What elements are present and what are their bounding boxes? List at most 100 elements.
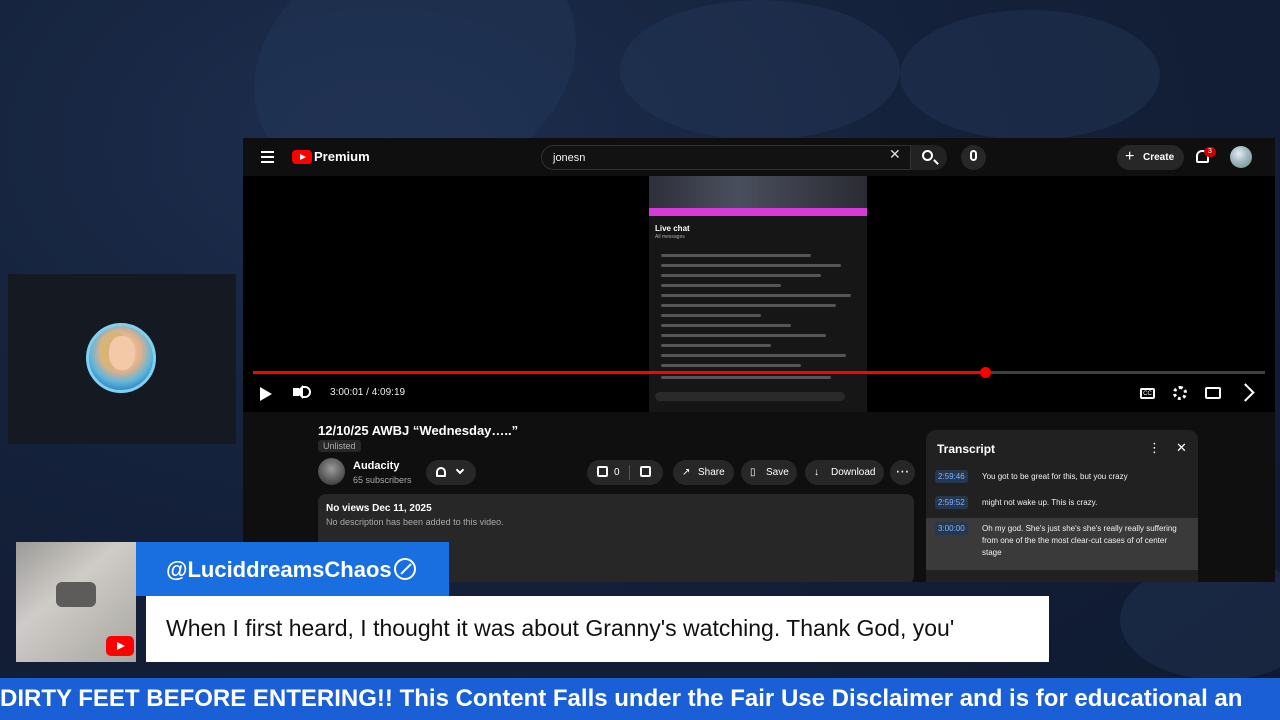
bookmark-icon: ▯ bbox=[750, 467, 756, 478]
frame-banner-image bbox=[649, 176, 867, 208]
frame-chat-line bbox=[661, 376, 831, 379]
description-text: No description has been added to this vi… bbox=[326, 517, 504, 527]
divider bbox=[629, 465, 630, 480]
share-icon: ↗ bbox=[682, 467, 691, 478]
create-button[interactable]: + Create bbox=[1117, 145, 1184, 170]
more-actions-button[interactable]: ⋯ bbox=[890, 460, 915, 485]
search-input[interactable]: jonesn bbox=[541, 145, 911, 170]
miniplayer-icon[interactable] bbox=[1205, 387, 1221, 399]
segment-timestamp: 3:00:00 bbox=[935, 522, 968, 535]
avatar-face bbox=[109, 336, 135, 370]
chat-username-banner: @LuciddreamsChaos bbox=[136, 542, 449, 596]
brand-label[interactable]: Premium bbox=[314, 149, 370, 164]
transcript-segment[interactable]: 2:59:46 You got to be great for this, bu… bbox=[926, 466, 1198, 490]
unlisted-badge: Unlisted bbox=[318, 440, 361, 452]
video-frame-screenshot: Live chat All messages bbox=[649, 176, 867, 412]
volume-icon[interactable] bbox=[293, 385, 303, 399]
segment-text: Oh my god. She's just she's she's really… bbox=[982, 524, 1177, 557]
progress-bar[interactable] bbox=[253, 367, 1265, 378]
chat-message-text: When I first heard, I thought it was abo… bbox=[166, 615, 955, 641]
like-count: 0 bbox=[614, 467, 620, 478]
chevron-down-icon bbox=[455, 465, 465, 475]
chat-username: @LuciddreamsChaos bbox=[166, 557, 392, 582]
subscriber-count: 65 subscribers bbox=[353, 475, 412, 485]
no-entry-icon bbox=[394, 558, 416, 580]
frame-chat-line bbox=[661, 294, 851, 297]
frame-chat-line bbox=[661, 364, 801, 367]
frame-chat-line bbox=[661, 344, 771, 347]
close-icon[interactable]: ✕ bbox=[1176, 441, 1187, 454]
youtube-window: Premium jonesn ✕ + Create 3 Live chat Al… bbox=[243, 138, 1275, 582]
transcript-title: Transcript bbox=[937, 442, 996, 456]
views-date: No views Dec 11, 2025 bbox=[326, 503, 432, 514]
clear-search-icon[interactable]: ✕ bbox=[889, 147, 901, 161]
notification-settings-button[interactable] bbox=[426, 460, 476, 485]
frame-chat-line bbox=[661, 354, 846, 357]
frame-chat-line bbox=[661, 274, 821, 277]
frame-chat-line bbox=[661, 314, 761, 317]
thumbs-up-icon[interactable] bbox=[597, 466, 608, 477]
download-label: Download bbox=[831, 467, 876, 478]
fullscreen-icon[interactable] bbox=[1236, 383, 1255, 402]
frame-chat-line bbox=[661, 254, 811, 257]
ticker-bar: DIRTY FEET BEFORE ENTERING!! This Conten… bbox=[0, 678, 1280, 720]
ticker-text: DIRTY FEET BEFORE ENTERING!! This Conten… bbox=[0, 685, 1243, 712]
segment-timestamp: 2:59:52 bbox=[935, 496, 968, 509]
plus-icon: + bbox=[1125, 148, 1135, 165]
frame-chat-line bbox=[661, 304, 836, 307]
frame-chat-line bbox=[661, 284, 781, 287]
segment-text: might not wake up. This is crazy. bbox=[982, 498, 1098, 507]
frame-chat-subtitle: All messages bbox=[655, 234, 685, 240]
bell-icon bbox=[436, 467, 446, 477]
search-input-value: jonesn bbox=[553, 152, 586, 164]
channel-avatar[interactable] bbox=[318, 458, 345, 485]
segment-timestamp: 2:59:46 bbox=[935, 470, 968, 483]
overlay-thumbnail bbox=[16, 542, 136, 662]
frame-chat-line bbox=[661, 324, 791, 327]
voice-search-button[interactable] bbox=[961, 145, 986, 170]
share-button[interactable]: ↗ Share bbox=[673, 460, 734, 485]
search-button[interactable] bbox=[911, 145, 947, 170]
microphone-icon bbox=[970, 150, 977, 161]
play-icon[interactable] bbox=[260, 387, 272, 401]
frame-chat-line bbox=[661, 334, 826, 337]
frame-chat-input bbox=[655, 392, 845, 401]
create-label: Create bbox=[1143, 152, 1175, 163]
youtube-logo-icon bbox=[106, 636, 134, 656]
streamer-avatar-logo bbox=[86, 323, 156, 393]
progress-fill bbox=[253, 371, 985, 374]
frame-chat-line bbox=[661, 264, 841, 267]
profile-avatar[interactable] bbox=[1230, 146, 1252, 168]
volume-waves-icon bbox=[303, 386, 311, 398]
progress-scrubber[interactable] bbox=[979, 367, 991, 378]
frame-pink-strip bbox=[649, 208, 867, 216]
time-display: 3:00:01 / 4:09:19 bbox=[330, 387, 406, 398]
settings-gear-icon[interactable] bbox=[1173, 386, 1187, 400]
youtube-logo-icon[interactable] bbox=[292, 150, 312, 164]
video-player[interactable]: Live chat All messages 3:00:01 / 4:09:19… bbox=[243, 176, 1275, 412]
search-icon bbox=[922, 150, 933, 161]
background-shape bbox=[900, 10, 1160, 140]
chat-message-box: When I first heard, I thought it was abo… bbox=[146, 596, 1049, 662]
thumbnail-object bbox=[56, 582, 96, 607]
save-label: Save bbox=[766, 467, 789, 478]
background-shape bbox=[620, 0, 900, 140]
hamburger-menu-icon[interactable] bbox=[261, 151, 274, 163]
transcript-segment-active[interactable]: 3:00:00 Oh my god. She's just she's she'… bbox=[926, 518, 1198, 570]
save-button[interactable]: ▯ Save bbox=[741, 460, 797, 485]
transcript-panel: Transcript ⋮ ✕ 2:59:46 You got to be gre… bbox=[926, 430, 1198, 582]
like-dislike-group: 0 bbox=[587, 460, 663, 485]
download-icon: ↓ bbox=[814, 467, 819, 478]
notification-badge: 3 bbox=[1204, 147, 1216, 157]
thumbs-down-icon[interactable] bbox=[640, 466, 651, 477]
more-vert-icon[interactable]: ⋮ bbox=[1148, 441, 1161, 454]
video-title: 12/10/25 AWBJ “Wednesday…..” bbox=[318, 423, 519, 438]
download-button[interactable]: ↓ Download bbox=[805, 460, 884, 485]
segment-text: You got to be great for this, but you cr… bbox=[982, 472, 1128, 481]
transcript-segment[interactable]: 2:59:52 might not wake up. This is crazy… bbox=[926, 492, 1198, 516]
frame-chat-title: Live chat bbox=[655, 224, 690, 233]
channel-name[interactable]: Audacity bbox=[353, 460, 399, 472]
share-label: Share bbox=[698, 467, 725, 478]
topbar: Premium jonesn ✕ + Create 3 bbox=[243, 138, 1275, 176]
captions-icon[interactable]: CC bbox=[1140, 388, 1155, 399]
